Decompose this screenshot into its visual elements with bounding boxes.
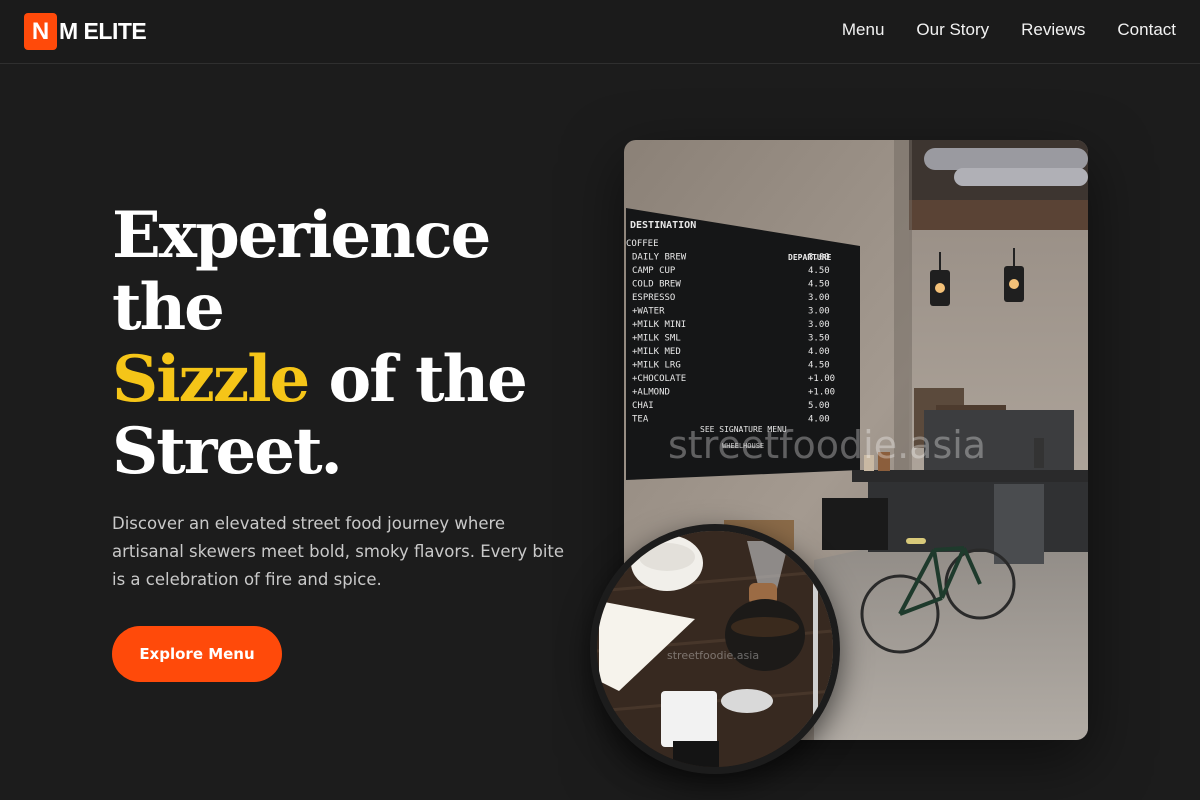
menu-board-price: 5.00 — [808, 401, 830, 411]
menu-board-item: +WATER — [632, 307, 665, 317]
menu-board-price: 3.00 — [808, 307, 830, 317]
menu-board-item: COFFEE — [626, 239, 659, 249]
headline-line-1: Experience — [112, 198, 491, 273]
menu-board-price: 4.50 — [808, 361, 830, 371]
logo-text: M ELITE — [59, 18, 147, 44]
inset-coffee-photo: streetfoodie.asia — [590, 524, 840, 774]
headline-line-4: Street. — [112, 414, 343, 489]
menu-board-item: +ALMOND — [632, 388, 670, 398]
menu-board-price: 4.50 — [808, 266, 830, 276]
menu-board-item: CAMP CUP — [632, 266, 676, 276]
logo-mark: N — [24, 13, 57, 50]
menu-board-price: 3.00 — [808, 253, 830, 263]
menu-board-item: +CHOCOLATE — [632, 374, 686, 384]
headline-line-3-rest: of the — [308, 342, 528, 417]
menu-board-item: +MILK MINI — [632, 320, 686, 330]
menu-board-item: DAILY BREW — [632, 253, 687, 263]
nav-link-contact[interactable]: Contact — [1117, 20, 1176, 40]
menu-board-price: +1.00 — [808, 374, 835, 384]
menu-board-price: 3.50 — [808, 334, 830, 344]
menu-board-item: +MILK SML — [632, 334, 681, 344]
menu-board-item: CHAI — [632, 401, 654, 411]
menu-board-price: 3.00 — [808, 293, 830, 303]
menu-board-item: TEA — [632, 415, 649, 425]
menu-board-price: 4.50 — [808, 280, 830, 290]
headline-accent-word: Sizzle — [112, 342, 310, 417]
nav-link-menu[interactable]: Menu — [842, 20, 885, 40]
hero-description: Discover an elevated street food journey… — [112, 514, 565, 589]
menu-board-price: 3.00 — [808, 320, 830, 330]
main-nav: Menu Our Story Reviews Contact — [842, 20, 1176, 40]
menu-board-title: DESTINATION — [630, 220, 696, 231]
nav-link-reviews[interactable]: Reviews — [1021, 20, 1085, 40]
nav-link-our-story[interactable]: Our Story — [916, 20, 989, 40]
explore-menu-button[interactable]: Explore Menu — [112, 626, 282, 682]
inset-watermark: streetfoodie.asia — [667, 649, 759, 662]
menu-board-item: ESPRESSO — [632, 293, 675, 303]
menu-board-price: 4.00 — [808, 347, 830, 357]
menu-board-item: COLD BREW — [632, 280, 681, 290]
brand-logo[interactable]: N M ELITE — [24, 13, 147, 50]
menu-board-item: +MILK MED — [632, 347, 681, 357]
hero-headline: Experience the Sizzle of the Street. — [112, 200, 582, 488]
headline-line-2: the — [112, 270, 225, 345]
menu-board-item: +MILK LRG — [632, 361, 681, 371]
site-header: N M ELITE Menu Our Story Reviews Contact — [0, 0, 1200, 64]
main-watermark: streetfoodie.asia — [668, 423, 986, 467]
menu-board-price: +1.00 — [808, 388, 835, 398]
